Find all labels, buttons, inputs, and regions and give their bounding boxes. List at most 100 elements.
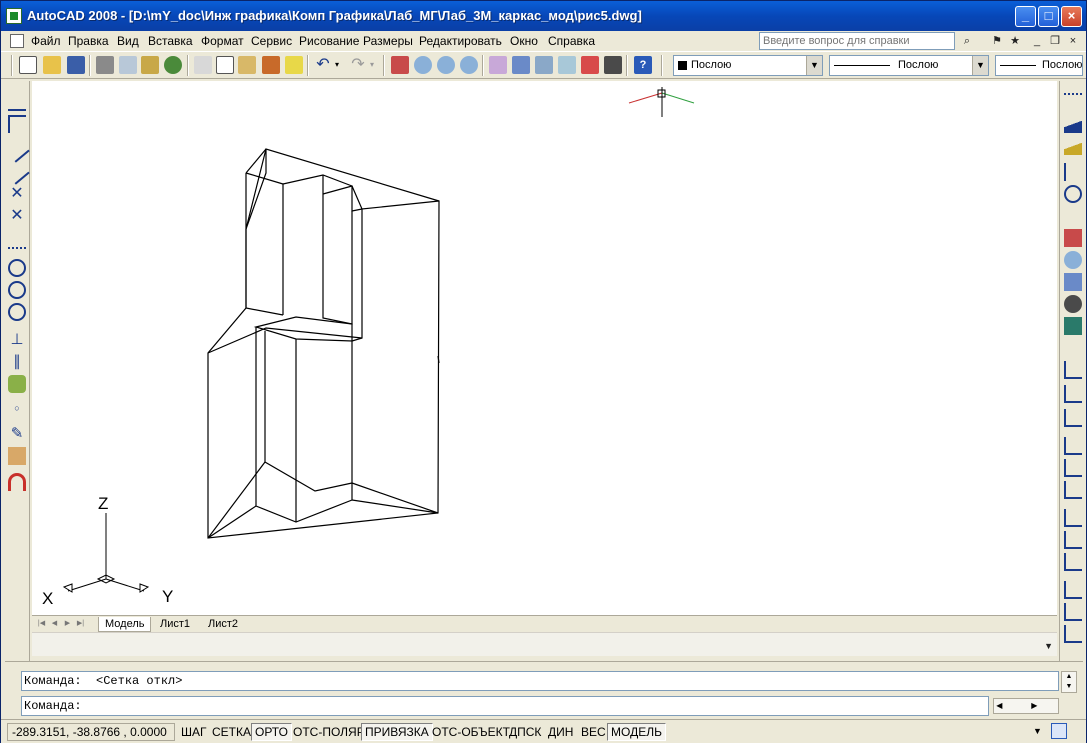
- tab-sheet2[interactable]: Лист2: [202, 617, 244, 631]
- make-block-icon[interactable]: ○: [8, 399, 26, 417]
- block-editor-icon[interactable]: [285, 56, 303, 74]
- menu-modify[interactable]: Редактировать: [419, 34, 502, 48]
- new-file-icon[interactable]: [19, 56, 37, 74]
- region-icon[interactable]: [8, 473, 26, 491]
- ucs-object-icon[interactable]: [1064, 459, 1082, 477]
- tab-sheet1[interactable]: Лист1: [154, 617, 196, 631]
- paste-icon[interactable]: [238, 56, 256, 74]
- lineweight-toggle[interactable]: ВЕС: [577, 723, 610, 741]
- zoom-realtime-icon[interactable]: [414, 56, 432, 74]
- text-icon[interactable]: [1064, 115, 1082, 133]
- ucs-z-axis-icon[interactable]: [1064, 531, 1082, 549]
- polygon-icon[interactable]: [4, 159, 30, 185]
- tab-first-icon[interactable]: |◀: [36, 618, 47, 630]
- zoom-window-icon[interactable]: [437, 56, 455, 74]
- inquiry-icon[interactable]: [1064, 185, 1082, 203]
- undo-dropdown-icon[interactable]: ▾: [335, 56, 343, 74]
- communication-center-icon[interactable]: ⚑: [989, 33, 1005, 49]
- ellipse-arc-icon[interactable]: ∥: [8, 353, 26, 371]
- sheet-set-icon[interactable]: [558, 56, 576, 74]
- quickcalc-icon[interactable]: [604, 56, 622, 74]
- color-combo[interactable]: Послою ▼: [673, 55, 823, 76]
- orbit-icon[interactable]: [1064, 273, 1082, 291]
- horizontal-scroll-area[interactable]: ▼: [32, 632, 1057, 656]
- design-center-icon[interactable]: [512, 56, 530, 74]
- favorites-star-icon[interactable]: ★: [1007, 33, 1023, 49]
- menu-tools[interactable]: Сервис: [251, 34, 292, 48]
- chevron-down-icon[interactable]: ▼: [1044, 641, 1053, 651]
- gradient-icon[interactable]: [8, 447, 26, 465]
- minimize-button[interactable]: _: [1015, 6, 1036, 27]
- list-icon[interactable]: [1064, 163, 1082, 181]
- spline-icon[interactable]: ⊥: [8, 331, 26, 349]
- menu-window[interactable]: Окно: [510, 34, 538, 48]
- command-input[interactable]: Команда:: [21, 696, 989, 716]
- pan-icon[interactable]: [391, 56, 409, 74]
- circle-icon[interactable]: [8, 259, 26, 277]
- clean-screen-icon[interactable]: [1051, 723, 1067, 739]
- tab-last-icon[interactable]: ▶|: [75, 618, 86, 630]
- ucs-face-icon[interactable]: [1064, 437, 1082, 455]
- otrack-toggle[interactable]: ОТС-ОБЪЕКТ: [428, 723, 514, 741]
- menu-draw[interactable]: Рисование: [299, 34, 359, 48]
- tab-model[interactable]: Модель: [98, 617, 152, 632]
- command-hscrollbar[interactable]: ◀ ▶: [993, 698, 1059, 714]
- tool-palettes-icon[interactable]: [535, 56, 553, 74]
- ucs-z-rotate-icon[interactable]: [1064, 625, 1082, 643]
- menu-dimension[interactable]: Размеры: [363, 34, 413, 48]
- osnap-toggle[interactable]: ПРИВЯЗКА: [361, 723, 433, 741]
- doc-restore-button[interactable]: ❐: [1047, 33, 1063, 49]
- zoom-previous-icon[interactable]: [460, 56, 478, 74]
- chevron-down-icon[interactable]: ▼: [806, 56, 822, 75]
- construction-line-icon[interactable]: [8, 115, 26, 133]
- save-icon[interactable]: [67, 56, 85, 74]
- open-file-icon[interactable]: [43, 56, 61, 74]
- menu-help[interactable]: Справка: [548, 34, 595, 48]
- title-bar[interactable]: AutoCAD 2008 - [D:\mY_doc\Инж графика\Ко…: [1, 1, 1086, 31]
- ucs-y-rotate-icon[interactable]: [1064, 603, 1082, 621]
- drawing-canvas[interactable]: Z X Y: [32, 81, 1057, 615]
- coordinates-readout[interactable]: -289.3151, -38.8766 , 0.0000: [7, 723, 175, 741]
- dyn-toggle[interactable]: ДИН: [544, 723, 577, 741]
- ucs-world-icon[interactable]: [1064, 385, 1082, 403]
- document-icon[interactable]: [10, 34, 24, 48]
- insert-block-icon[interactable]: [8, 375, 26, 393]
- zoom-icon[interactable]: [1064, 251, 1082, 269]
- camera-icon[interactable]: [1064, 295, 1082, 313]
- maximize-button[interactable]: □: [1038, 6, 1059, 27]
- ortho-toggle[interactable]: ОРТО: [251, 723, 292, 741]
- cut-icon[interactable]: [194, 56, 212, 74]
- copy-icon[interactable]: [216, 56, 234, 74]
- polar-toggle[interactable]: ОТС-ПОЛЯР: [289, 723, 369, 741]
- toolbar-grip[interactable]: [11, 55, 13, 76]
- ucs-3point-icon[interactable]: [1064, 553, 1082, 571]
- ucs-previous-icon[interactable]: [1064, 409, 1082, 427]
- tab-next-icon[interactable]: ▶: [62, 618, 73, 630]
- model-toggle[interactable]: МОДЕЛЬ: [607, 723, 666, 741]
- redo-dropdown-icon[interactable]: ▾: [370, 56, 378, 74]
- lineweight-combo[interactable]: Послою: [995, 55, 1083, 76]
- ucs-view-icon[interactable]: [1064, 481, 1082, 499]
- grid-toggle[interactable]: СЕТКА: [208, 723, 255, 741]
- help-search-input[interactable]: [759, 32, 955, 50]
- print-icon[interactable]: [96, 56, 114, 74]
- table-icon[interactable]: [1064, 93, 1082, 111]
- publish-web-icon[interactable]: [164, 56, 182, 74]
- walk-icon[interactable]: [1064, 317, 1082, 335]
- redo-icon[interactable]: ↷: [349, 56, 367, 74]
- ellipse-icon[interactable]: [8, 281, 26, 299]
- arc-icon[interactable]: ✕: [8, 207, 26, 225]
- close-button[interactable]: ×: [1061, 6, 1082, 27]
- help-icon[interactable]: ?: [634, 56, 652, 74]
- menu-view[interactable]: Вид: [117, 34, 139, 48]
- properties-icon[interactable]: [489, 56, 507, 74]
- ucs-origin-icon[interactable]: [1064, 509, 1082, 527]
- rectangle-icon[interactable]: ✕: [8, 185, 26, 203]
- hatch-icon[interactable]: ✎: [8, 425, 26, 443]
- line-icon[interactable]: [8, 93, 26, 111]
- publish-icon[interactable]: [141, 56, 159, 74]
- revcloud-icon[interactable]: [8, 303, 26, 321]
- match-properties-icon[interactable]: [262, 56, 280, 74]
- menu-format[interactable]: Формат: [201, 34, 244, 48]
- pan-realtime-icon[interactable]: [1064, 229, 1082, 247]
